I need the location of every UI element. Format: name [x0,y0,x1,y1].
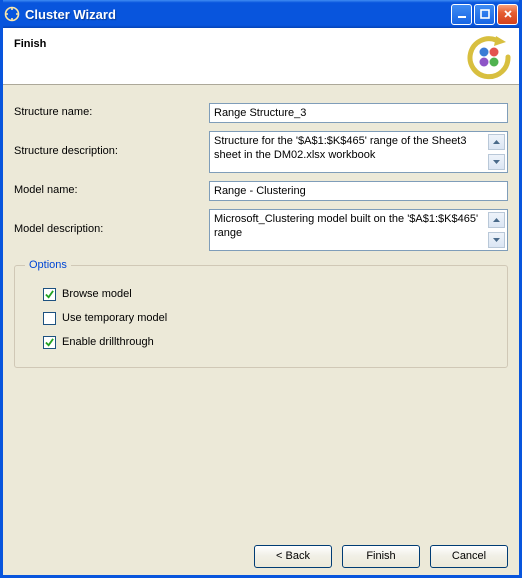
back-button[interactable]: < Back [254,545,332,568]
spin-down-button[interactable] [488,154,505,170]
spin-up-button[interactable] [488,134,505,150]
minimize-button[interactable] [451,4,472,25]
wizard-button-bar: < Back Finish Cancel [254,545,508,568]
model-desc-text: Microsoft_Clustering model built on the … [214,213,478,239]
options-legend: Options [25,259,71,271]
wizard-content: Structure name: Structure description: S… [0,85,522,376]
options-group: Options Browse model Use temporary model… [14,259,508,368]
title-bar: Cluster Wizard [0,0,522,28]
structure-desc-label: Structure description: [14,131,209,157]
browse-model-checkbox[interactable] [43,288,56,301]
maximize-button[interactable] [474,4,495,25]
spin-down-button[interactable] [488,232,505,248]
model-name-label: Model name: [14,181,209,196]
structure-name-label: Structure name: [14,103,209,118]
app-icon [4,6,20,22]
spin-up-button[interactable] [488,212,505,228]
wizard-header: Finish [0,28,522,85]
page-title: Finish [14,38,508,50]
structure-name-input[interactable] [209,103,508,123]
use-temp-model-label: Use temporary model [62,312,167,324]
wizard-logo-icon [466,34,512,80]
finish-button[interactable]: Finish [342,545,420,568]
close-button[interactable] [497,4,518,25]
structure-desc-input[interactable]: Structure for the '$A$1:$K$465' range of… [209,131,508,173]
model-desc-input[interactable]: Microsoft_Clustering model built on the … [209,209,508,251]
model-desc-label: Model description: [14,209,209,235]
enable-drillthrough-label: Enable drillthrough [62,336,154,348]
model-name-input[interactable] [209,181,508,201]
enable-drillthrough-checkbox[interactable] [43,336,56,349]
use-temp-model-checkbox[interactable] [43,312,56,325]
browse-model-label: Browse model [62,288,132,300]
cancel-button[interactable]: Cancel [430,545,508,568]
window-title: Cluster Wizard [25,7,449,22]
structure-desc-text: Structure for the '$A$1:$K$465' range of… [214,135,466,161]
